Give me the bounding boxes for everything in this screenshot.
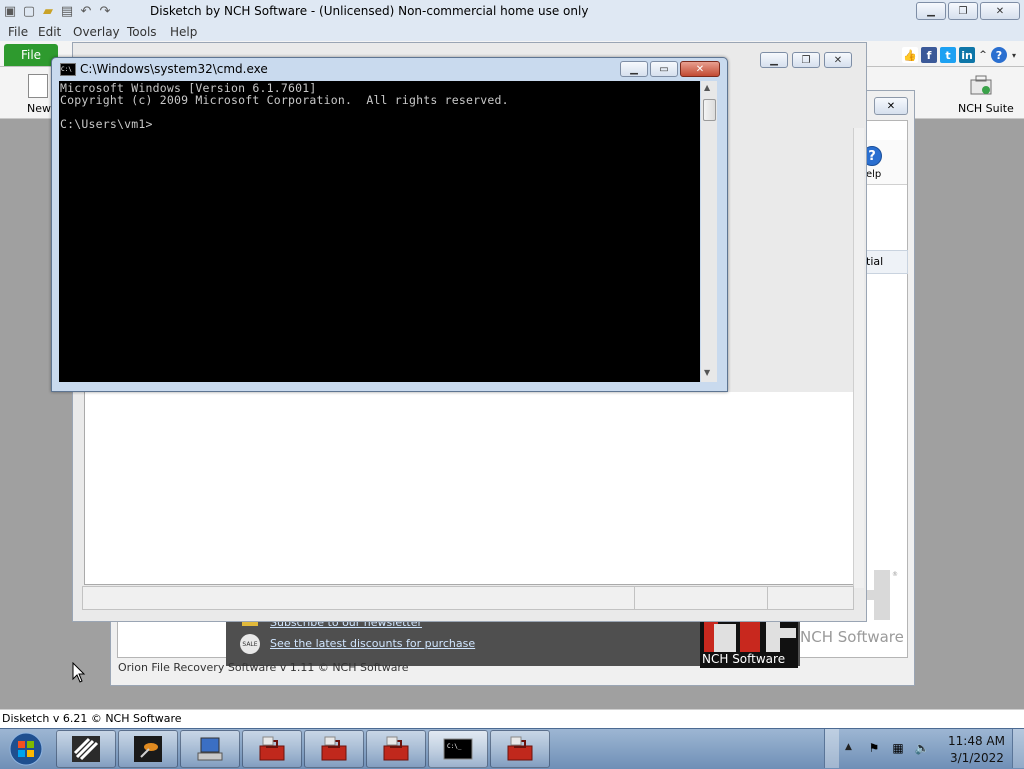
cmd-close-button[interactable]: ✕ <box>680 61 720 77</box>
nch-software-text: NCH Software <box>800 628 904 646</box>
disketch-icon <box>72 736 100 762</box>
status-separator <box>767 587 768 609</box>
nch-suite-icon[interactable] <box>968 74 994 98</box>
toolbox-icon <box>259 736 285 761</box>
like-icon[interactable]: 👍 <box>902 47 918 63</box>
new-document-icon[interactable]: ▢ <box>21 3 37 19</box>
menu-overlay[interactable]: Overlay <box>73 25 120 39</box>
taskbar-scroll[interactable] <box>824 729 839 768</box>
toolbox-icon <box>321 736 347 761</box>
nch-suite-label[interactable]: NCH Suite <box>958 102 1014 115</box>
twitter-icon[interactable]: t <box>940 47 956 63</box>
cmd-minimize-button[interactable]: ▁ <box>620 61 648 77</box>
scroll-up-icon[interactable]: ▲ <box>704 83 710 92</box>
show-hidden-icons-icon[interactable]: ▲ <box>845 742 852 752</box>
cmd-icon[interactable]: C:\ <box>60 63 76 76</box>
redo-icon[interactable]: ↷ <box>97 3 113 19</box>
taskbar-toolbox-4[interactable] <box>490 730 550 768</box>
taskbar-computer[interactable] <box>180 730 240 768</box>
new-button-label[interactable]: New <box>27 102 51 115</box>
open-folder-icon[interactable]: ▰ <box>40 3 56 19</box>
console-scrollbar[interactable]: ▲ ▼ <box>701 81 717 382</box>
dialog-minimize-button[interactable]: ▁ <box>760 52 788 68</box>
close-button[interactable]: ✕ <box>980 2 1020 20</box>
taskbar-toolbox-1[interactable] <box>242 730 302 768</box>
undo-icon[interactable]: ↶ <box>78 3 94 19</box>
dialog-close-button[interactable]: ✕ <box>824 52 852 68</box>
cmd-title: C:\Windows\system32\cmd.exe <box>80 62 268 76</box>
linkedin-icon[interactable]: in <box>959 47 975 63</box>
taskbar-toolbox-3[interactable] <box>366 730 426 768</box>
menu-file[interactable]: File <box>8 25 28 39</box>
menu-help[interactable]: Help <box>170 25 197 39</box>
dialog-scrollbar[interactable] <box>853 128 864 588</box>
minimize-button[interactable]: ▁ <box>916 2 946 20</box>
show-desktop-button[interactable] <box>1012 729 1024 768</box>
volume-icon[interactable]: 🔈 <box>914 740 930 756</box>
cmd-caption-buttons: ▁ ▭ ✕ <box>620 61 720 77</box>
clock-time[interactable]: 11:48 AM <box>948 734 1005 748</box>
discounts-link[interactable]: See the latest discounts for purchase <box>270 637 475 650</box>
taskbar-cmd[interactable]: C:\_ <box>428 730 488 768</box>
clock-date[interactable]: 3/1/2022 <box>950 751 1004 765</box>
disketch-caption-buttons: ▁ ❐ ✕ <box>916 2 1020 20</box>
menu-bar: File Edit Overlay Tools Help <box>0 22 1024 41</box>
scroll-down-icon[interactable]: ▼ <box>704 368 710 377</box>
dialog-caption-buttons: ▁ ❐ ✕ <box>760 52 852 68</box>
maximize-button[interactable]: ❐ <box>948 2 978 20</box>
help-icon[interactable]: ? <box>991 47 1007 63</box>
app-icon[interactable]: ▣ <box>2 3 18 19</box>
computer-icon <box>197 737 223 761</box>
taskbar-toolbox-2[interactable] <box>304 730 364 768</box>
sale-icon: SALE <box>240 634 260 654</box>
start-button[interactable] <box>6 730 46 768</box>
console-output[interactable] <box>59 81 700 382</box>
cmd-icon: C:\_ <box>443 738 473 760</box>
mouse-cursor-icon <box>72 662 86 683</box>
disketch-status-bar: Disketch v 6.21 © NCH Software <box>0 709 1024 729</box>
svg-text:C:\_: C:\_ <box>447 743 462 750</box>
help-label[interactable]: elp <box>866 169 881 180</box>
scroll-thumb[interactable] <box>703 99 716 121</box>
console-prompt[interactable]: C:\Users\vm1> <box>60 117 153 131</box>
dialog-status-bar <box>82 586 854 610</box>
menu-edit[interactable]: Edit <box>38 25 61 39</box>
cmd-maximize-button[interactable]: ▭ <box>650 61 678 77</box>
orion-status-text: Orion File Recovery Software v 1.11 © NC… <box>118 661 409 674</box>
social-links: 👍 f t in ^ ? ▾ <box>902 46 1018 64</box>
file-tab[interactable]: File <box>4 44 58 66</box>
chevron-down-icon[interactable]: ▾ <box>1010 47 1018 63</box>
taskbar-telescope[interactable] <box>118 730 178 768</box>
facebook-icon[interactable]: f <box>921 47 937 63</box>
dialog-maximize-button[interactable]: ❐ <box>792 52 820 68</box>
network-icon[interactable]: ▦ <box>890 740 906 756</box>
app-title: Disketch by NCH Software - (Unlicensed) … <box>150 4 589 18</box>
menu-tools[interactable]: Tools <box>127 25 157 39</box>
new-icon[interactable] <box>28 74 48 98</box>
toolbox-icon <box>507 736 533 761</box>
chevron-up-icon[interactable]: ^ <box>978 47 988 63</box>
toolbox-icon <box>383 736 409 761</box>
svg-text:®: ® <box>892 571 898 578</box>
save-icon[interactable]: ▤ <box>59 3 75 19</box>
console-line: Copyright (c) 2009 Microsoft Corporation… <box>60 93 509 107</box>
nch-logo-caption: NCH Software <box>702 652 786 666</box>
action-center-icon[interactable]: ⚑ <box>866 740 882 756</box>
telescope-icon <box>134 736 162 762</box>
disketch-status-text: Disketch v 6.21 © NCH Software <box>2 712 182 725</box>
orion-close-button[interactable]: ✕ <box>874 97 908 115</box>
quick-access-toolbar: ▣ ▢ ▰ ▤ ↶ ↷ <box>2 2 113 20</box>
column-header-label: tial <box>866 255 884 268</box>
taskbar-disketch[interactable] <box>56 730 116 768</box>
dialog-list-area[interactable] <box>84 392 854 585</box>
status-separator <box>634 587 635 609</box>
